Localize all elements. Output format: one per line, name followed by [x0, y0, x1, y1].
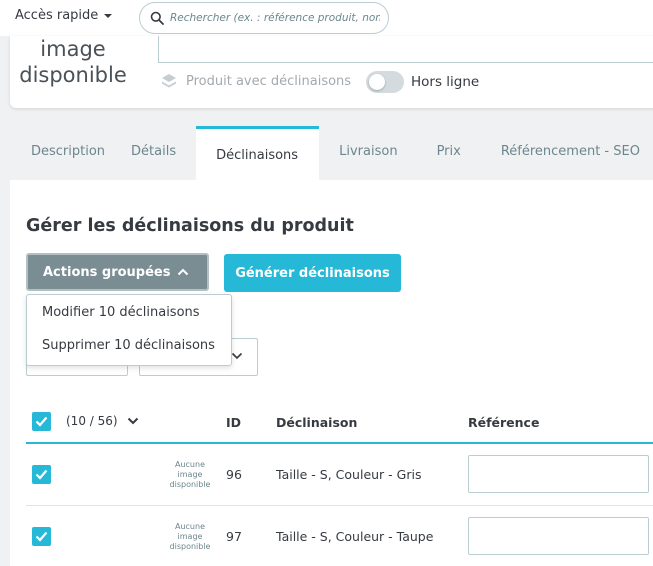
chevron-down-icon — [127, 417, 138, 425]
row-id: 96 — [226, 467, 242, 482]
selection-count-dropdown[interactable]: (10 / 56) — [66, 414, 139, 428]
row-combination-name: Taille - S, Couleur - Gris — [276, 467, 422, 482]
selection-count: (10 / 56) — [66, 414, 118, 428]
tab-details[interactable]: Détails — [118, 126, 196, 180]
search-input[interactable] — [170, 12, 380, 24]
search-icon — [150, 11, 164, 25]
tab-description[interactable]: Description — [10, 126, 118, 180]
check-icon — [35, 416, 48, 427]
tab-seo[interactable]: Référencement - SEO — [481, 126, 640, 180]
top-bar: Accès rapide — [0, 0, 653, 36]
generate-combinations-button[interactable]: Générer déclinaisons — [224, 254, 401, 292]
product-name-input[interactable] — [158, 36, 653, 63]
product-tabs: Description Détails Déclinaisons Livrais… — [10, 126, 640, 180]
row-image-placeholder: Aucune image disponible — [166, 522, 214, 552]
no-image-text: image — [177, 470, 203, 479]
toggle-knob — [369, 74, 385, 90]
column-header-combination: Déclinaison — [276, 415, 358, 430]
tab-combinations[interactable]: Déclinaisons — [196, 126, 320, 180]
quick-access-dropdown[interactable]: Accès rapide — [15, 8, 113, 23]
product-image-placeholder: image disponible — [18, 36, 128, 88]
chevron-down-icon — [231, 352, 243, 360]
check-icon — [35, 469, 48, 480]
no-image-line1: image — [40, 37, 106, 61]
no-image-text: disponible — [169, 480, 211, 489]
chevron-up-icon — [177, 268, 189, 276]
no-image-line2: disponible — [19, 63, 127, 87]
combinations-panel: Gérer les déclinaisons du produit Action… — [10, 180, 653, 566]
row-id: 97 — [226, 529, 242, 544]
table-row: Aucune image disponible 96 Taille - S, C… — [26, 444, 653, 506]
no-image-text: image — [177, 532, 203, 541]
edit-combinations-item[interactable]: Modifier 10 déclinaisons — [27, 304, 231, 337]
search-box[interactable] — [139, 2, 389, 34]
table-row: Aucune image disponible 97 Taille - S, C… — [26, 506, 653, 566]
row-checkbox[interactable] — [32, 465, 51, 484]
tab-shipping[interactable]: Livraison — [319, 126, 417, 180]
column-header-id: ID — [226, 415, 242, 430]
offline-toggle[interactable] — [366, 71, 404, 93]
bulk-actions-label: Actions groupées — [43, 264, 171, 280]
row-checkbox[interactable] — [32, 527, 51, 546]
product-header-card: image disponible Produit avec déclinaiso… — [10, 36, 653, 108]
no-image-text: Aucune — [174, 522, 205, 531]
page-title: Gérer les déclinaisons du produit — [26, 216, 354, 236]
delete-combinations-item[interactable]: Supprimer 10 déclinaisons — [27, 337, 231, 370]
variants-option-label: Produit avec déclinaisons — [186, 73, 352, 89]
select-all-checkbox[interactable] — [32, 412, 51, 431]
column-header-reference: Référence — [468, 415, 540, 430]
check-icon — [35, 531, 48, 542]
offline-toggle-label: Hors ligne — [411, 74, 480, 90]
row-reference-input[interactable] — [468, 455, 649, 493]
quick-access-label: Accès rapide — [15, 8, 99, 23]
tab-pricing[interactable]: Prix — [418, 126, 481, 180]
layers-icon — [162, 74, 176, 88]
bulk-actions-menu: Modifier 10 déclinaisons Supprimer 10 dé… — [26, 294, 232, 366]
bulk-actions-button[interactable]: Actions groupées — [26, 253, 209, 291]
combinations-table-header: (10 / 56) ID Déclinaison Référence — [26, 402, 653, 444]
caret-down-icon — [104, 13, 113, 18]
row-reference-input[interactable] — [468, 517, 649, 555]
product-with-variants-option[interactable]: Produit avec déclinaisons — [160, 72, 351, 90]
no-image-text: disponible — [169, 542, 211, 551]
row-combination-name: Taille - S, Couleur - Taupe — [276, 529, 434, 544]
row-image-placeholder: Aucune image disponible — [166, 460, 214, 490]
no-image-text: Aucune — [174, 460, 205, 469]
